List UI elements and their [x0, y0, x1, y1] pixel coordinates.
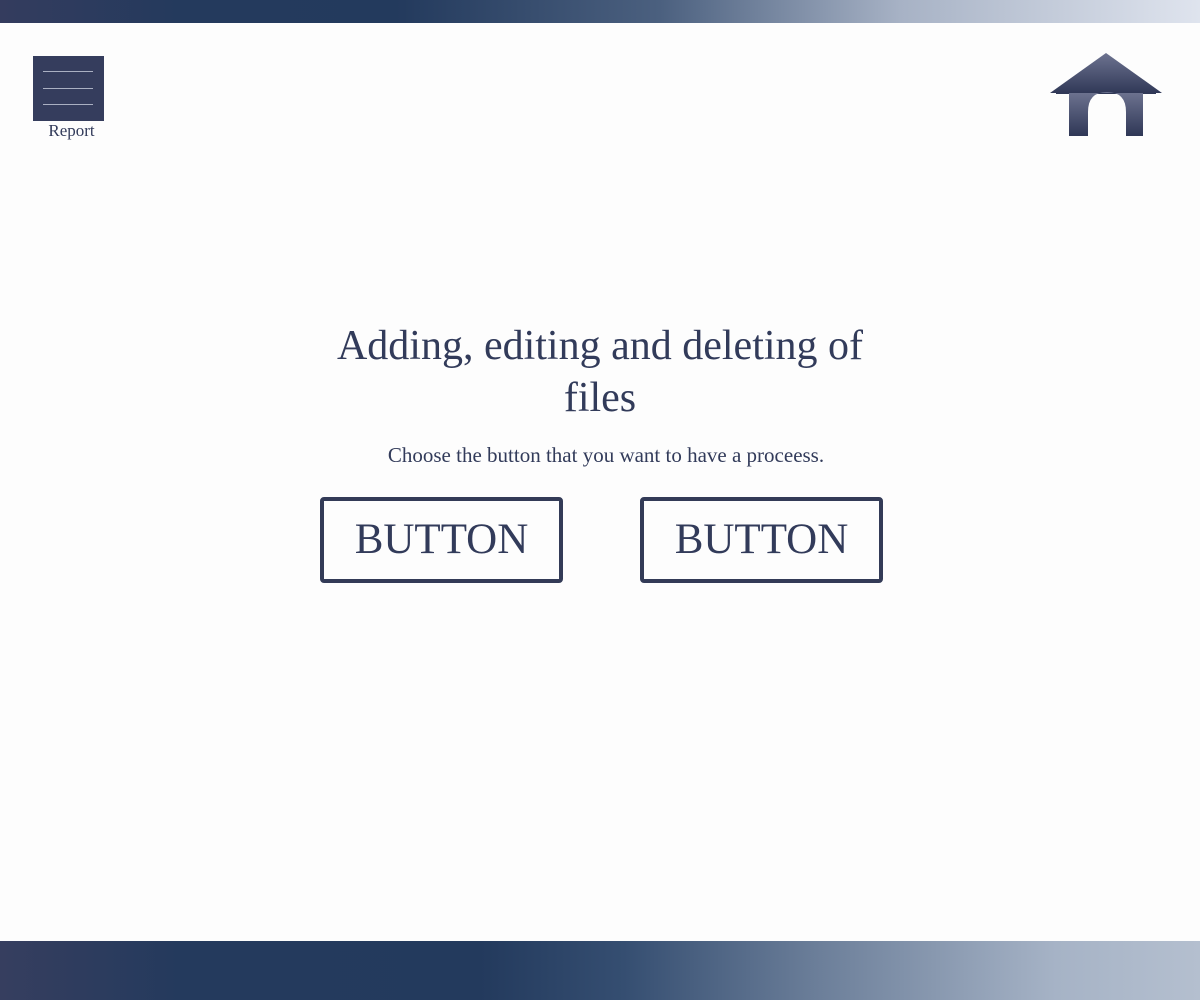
- hamburger-menu-icon[interactable]: [33, 56, 104, 121]
- menu-line: [43, 71, 93, 72]
- page-subtitle: Choose the button that you want to have …: [387, 443, 825, 467]
- action-button-2[interactable]: BUTTON: [640, 497, 883, 583]
- top-gradient-bar: [0, 0, 1200, 23]
- action-button-1[interactable]: BUTTON: [320, 497, 563, 583]
- home-icon: [1050, 53, 1162, 154]
- page-title: Adding, editing and deleting of files: [336, 323, 864, 421]
- bottom-gradient-bar: [0, 941, 1200, 1000]
- menu-line: [43, 88, 93, 89]
- menu-line: [43, 104, 93, 105]
- menu-label[interactable]: Report: [33, 120, 110, 142]
- home-button[interactable]: [1046, 50, 1166, 154]
